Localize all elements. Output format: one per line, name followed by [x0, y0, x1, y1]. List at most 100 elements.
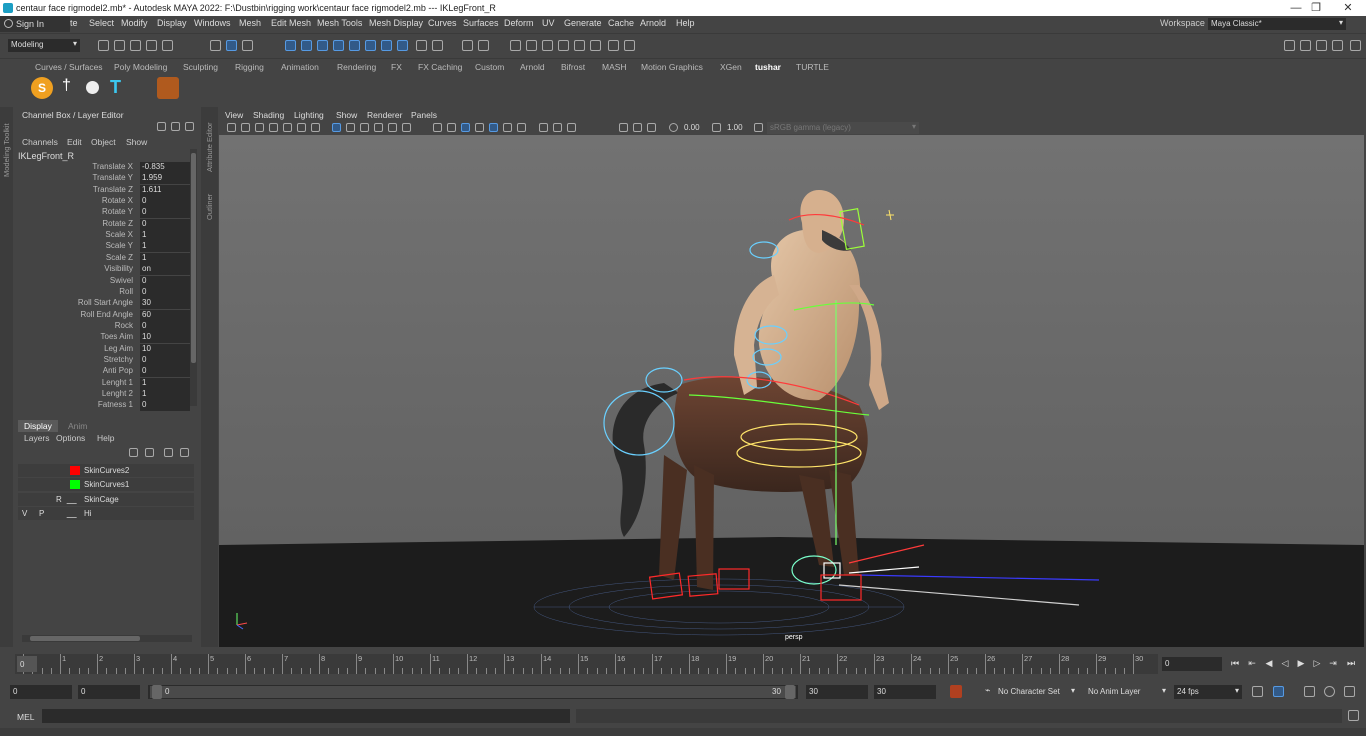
exposure-value[interactable]: 0.00	[684, 123, 700, 132]
shelf-tab-arnold[interactable]: Arnold	[520, 62, 545, 72]
channel-row[interactable]: Leg Aim 10	[14, 343, 190, 355]
fps-dropdown[interactable]: 24 fps ▾	[1174, 685, 1242, 699]
step-back-frame-icon[interactable]: ◀	[1264, 658, 1274, 668]
modeling-toolkit-tab[interactable]: Modeling Toolkit	[0, 107, 13, 647]
shelf-tab-mash[interactable]: MASH	[602, 62, 627, 72]
lock-icon[interactable]	[416, 40, 427, 51]
menu-windows[interactable]: Windows	[194, 18, 231, 28]
isolate-select-icon[interactable]	[619, 123, 628, 132]
channel-value-field[interactable]: 10	[140, 343, 190, 355]
sign-in-button[interactable]: Sign In	[0, 16, 70, 32]
channel-box-toggle-icon[interactable]	[1350, 40, 1361, 51]
channel-row[interactable]: Visibility on	[14, 264, 190, 276]
menu-item[interactable]: te	[70, 18, 78, 28]
render-settings-icon[interactable]	[558, 40, 569, 51]
current-time-indicator[interactable]: 0	[17, 656, 37, 672]
camera-lock-icon[interactable]	[241, 123, 250, 132]
animation-prefs-icon[interactable]	[1324, 686, 1335, 697]
xray-joints-icon[interactable]	[647, 123, 656, 132]
shelf-tab-fx[interactable]: FX	[391, 62, 402, 72]
gate-mask-icon[interactable]	[374, 123, 383, 132]
shelf-calendar-icon[interactable]	[157, 77, 179, 99]
preferences-icon[interactable]	[1344, 686, 1355, 697]
channel-value-field[interactable]: 10	[140, 332, 190, 344]
channel-row[interactable]: Scale Z 1	[14, 252, 190, 264]
channel-label[interactable]: Rotate X	[102, 196, 133, 205]
channel-value-field[interactable]: 0	[140, 400, 190, 412]
anim-layer-dropdown[interactable]: No Anim Layer ▾	[1088, 685, 1166, 699]
channel-label[interactable]: Scale Y	[106, 241, 133, 250]
play-forwards-icon[interactable]: ▶	[1296, 658, 1306, 668]
channel-label[interactable]: Translate Y	[93, 173, 133, 182]
screen-space-ao-icon[interactable]	[517, 123, 526, 132]
history-icon[interactable]	[432, 40, 443, 51]
menu-curves[interactable]: Curves	[428, 18, 457, 28]
menu-edit-mesh[interactable]: Edit Mesh	[271, 18, 311, 28]
channel-label[interactable]: Translate X	[92, 162, 133, 171]
tab-anim[interactable]: Anim	[62, 420, 93, 432]
channel-row[interactable]: Stretchy 0	[14, 354, 190, 366]
step-forward-frame-icon[interactable]: ▷	[1312, 658, 1322, 668]
snap-curve-icon[interactable]	[301, 40, 312, 51]
tab-display[interactable]: Display	[18, 420, 58, 432]
wireframe-on-shaded-icon[interactable]	[461, 123, 470, 132]
step-forward-key-icon[interactable]: ⇥	[1328, 658, 1338, 668]
channel-label[interactable]: Rotate Z	[102, 219, 133, 228]
menu-show[interactable]: Show	[126, 137, 147, 147]
channel-label[interactable]: Scale Z	[106, 253, 133, 262]
menu-object[interactable]: Object	[91, 137, 116, 147]
channel-label[interactable]: Roll Start Angle	[78, 298, 133, 307]
channel-value-field[interactable]: -0.835	[140, 162, 190, 173]
attribute-editor-tab[interactable]: Attribute Editor	[205, 122, 214, 172]
layer-row[interactable]: SkinCurves1	[18, 478, 194, 492]
shelf-biped-icon[interactable]: T	[106, 77, 128, 99]
xray-icon[interactable]	[633, 123, 642, 132]
layer-editor-icon[interactable]	[171, 122, 180, 131]
channel-value-field[interactable]: 0	[140, 320, 190, 332]
channel-label[interactable]: Fatness 1	[98, 400, 133, 409]
channel-row[interactable]: Translate Y 1.959	[14, 173, 190, 185]
snap-point-icon[interactable]	[317, 40, 328, 51]
go-to-start-icon[interactable]: ⏮	[1230, 658, 1240, 668]
range-end-handle[interactable]	[785, 685, 795, 699]
pause-viewport-icon[interactable]	[624, 40, 635, 51]
channel-label[interactable]: Toes Aim	[101, 332, 133, 341]
motion-blur-icon[interactable]	[539, 123, 548, 132]
shelf-tab-custom[interactable]: Custom	[475, 62, 504, 72]
menu-display[interactable]: Display	[157, 18, 187, 28]
menu-generate[interactable]: Generate	[564, 18, 602, 28]
channel-row[interactable]: Rock 0	[14, 320, 190, 332]
color-management-icon[interactable]	[754, 123, 763, 132]
channel-value-field[interactable]: on	[140, 264, 190, 276]
use-all-lights-icon[interactable]	[489, 123, 498, 132]
channel-row[interactable]: Roll Start Angle 30	[14, 298, 190, 310]
menu-surfaces[interactable]: Surfaces	[463, 18, 499, 28]
viewport-menu-view[interactable]: View	[225, 110, 243, 120]
channel-label[interactable]: Lenght 1	[102, 378, 133, 387]
layer-playback-toggle[interactable]: P	[39, 509, 49, 518]
modeling-toolkit-icon[interactable]	[1284, 40, 1295, 51]
channel-value-field[interactable]: 1	[140, 241, 190, 253]
render-current-icon[interactable]	[526, 40, 537, 51]
current-frame-field[interactable]: 0	[1162, 657, 1222, 671]
layer-color-swatch[interactable]	[66, 494, 84, 504]
channel-row[interactable]: Lenght 2 1	[14, 389, 190, 400]
channel-row[interactable]: Translate X -0.835	[14, 162, 190, 173]
undo-icon[interactable]	[146, 40, 157, 51]
restore-button[interactable]: ❐	[1302, 1, 1330, 15]
viewport-menu-shading[interactable]: Shading	[253, 110, 284, 120]
character-set-dropdown[interactable]: No Character Set ▾	[995, 685, 1075, 699]
channel-value-field[interactable]: 0	[140, 196, 190, 208]
shelf-tab-sculpting[interactable]: Sculpting	[183, 62, 218, 72]
shelf-tab-xgen[interactable]: XGen	[720, 62, 742, 72]
channel-value-field[interactable]: 0	[140, 366, 190, 378]
shelf-skull-icon[interactable]	[81, 77, 103, 99]
menu-help[interactable]: Help	[676, 18, 695, 28]
layer-row[interactable]: R SkinCage	[18, 492, 194, 506]
shelf-tab-poly-modeling[interactable]: Poly Modeling	[114, 62, 167, 72]
channel-row[interactable]: Roll 0	[14, 286, 190, 298]
shadows-icon[interactable]	[503, 123, 512, 132]
viewport-menu-renderer[interactable]: Renderer	[367, 110, 402, 120]
channel-label[interactable]: Roll	[119, 287, 133, 296]
channel-label[interactable]: Rock	[115, 321, 133, 330]
